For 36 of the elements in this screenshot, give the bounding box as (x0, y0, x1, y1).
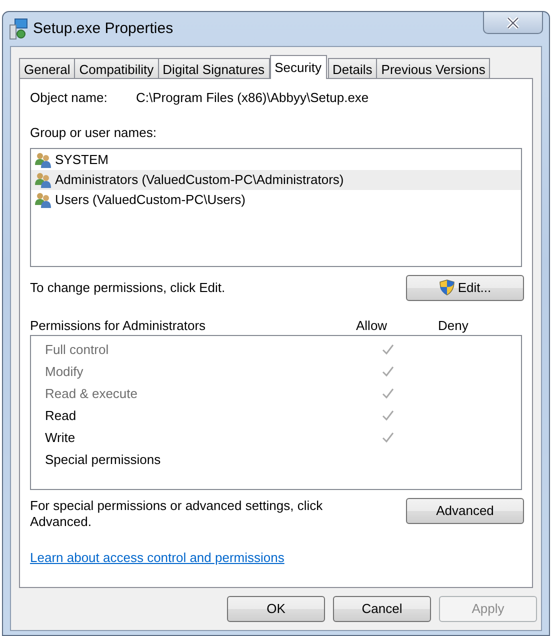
users-icon (35, 192, 53, 208)
close-button[interactable] (483, 12, 543, 34)
group-item[interactable]: SYSTEM (31, 150, 521, 170)
object-name-label: Object name: (30, 89, 108, 108)
help-link[interactable]: Learn about access control and permissions (30, 550, 284, 564)
permissions-title: Permissions for Administrators (30, 316, 207, 335)
permission-name: Modify (45, 362, 84, 381)
permission-name: Special permissions (45, 450, 162, 469)
users-icon (35, 172, 53, 188)
dialog-button[interactable]: OK (227, 596, 325, 622)
tab[interactable]: Digital Signatures (158, 58, 270, 79)
tab[interactable]: Compatibility (74, 58, 159, 79)
tab[interactable]: General (19, 58, 76, 79)
permission-name: Full control (45, 340, 110, 359)
shield-icon (438, 279, 455, 296)
group-label: Group or user names: (30, 124, 156, 142)
permission-name: Read & execute (45, 384, 139, 403)
object-path: C:\Program Files (x86)\Abbyy\Setup.exe (136, 89, 369, 108)
dialog-button[interactable]: Cancel (333, 596, 431, 622)
app-icon (9, 18, 29, 40)
users-icon (35, 152, 53, 168)
close-icon (506, 16, 520, 28)
column-header: Deny (438, 316, 468, 335)
permission-name: Write (45, 428, 76, 447)
advanced-button[interactable]: Advanced (406, 498, 524, 524)
tab[interactable]: Details (328, 58, 378, 79)
group-item[interactable]: Users (ValuedCustom-PC\Users) (31, 190, 521, 210)
column-header: Allow (356, 316, 388, 335)
edit-hint: To change permissions, click Edit. (30, 278, 226, 297)
edit-button[interactable]: Edit... (406, 274, 524, 300)
window-title: Setup.exe Properties (33, 18, 174, 39)
tab[interactable]: Security (270, 55, 327, 79)
tab[interactable]: Previous Versions (376, 58, 490, 79)
permission-name: Read (45, 406, 78, 425)
group-item[interactable]: Administrators (ValuedCustom-PC\Administrators) (31, 170, 521, 190)
advanced-hint: For special permissions or advanced settings, click Advanced. (30, 498, 324, 530)
